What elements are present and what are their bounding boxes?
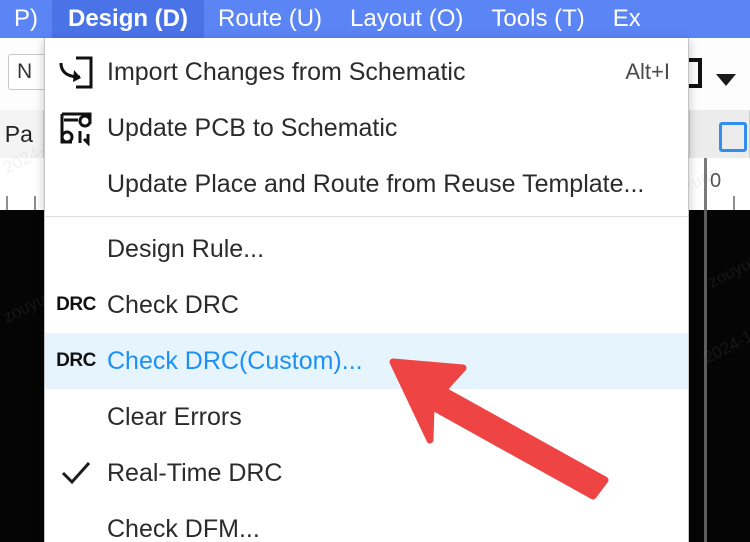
menu-item-check-dfm[interactable]: Check DFM... [45, 501, 688, 542]
menubar-item-export[interactable]: Ex [599, 0, 655, 38]
menu-separator [45, 216, 688, 217]
menu-item-check-drc-custom[interactable]: DRC Check DRC(Custom)... [45, 333, 688, 389]
import-schematic-icon [45, 55, 107, 89]
menubar-item-design[interactable]: Design (D) [52, 0, 204, 38]
menubar-item-tools[interactable]: Tools (T) [477, 0, 598, 38]
menu-item-real-time-drc[interactable]: Real-Time DRC [45, 445, 688, 501]
menu-item-label: Check DFM... [107, 514, 260, 542]
menu-item-update-place-and-route-from-reuse-template[interactable]: Update Place and Route from Reuse Templa… [45, 156, 688, 212]
menu-item-label: Check DRC [107, 290, 239, 319]
tab-document[interactable]: t Pa [0, 110, 44, 158]
menubar-item-layout[interactable]: Layout (O) [336, 0, 477, 38]
toolbar-combo-value: N [17, 60, 33, 83]
tab-secondary-2[interactable] [690, 110, 750, 158]
menu-item-label: Check DRC(Custom)... [107, 346, 363, 375]
menu-item-update-pcb-to-schematic[interactable]: Update PCB to Schematic [45, 100, 688, 156]
checkmark-icon [45, 460, 107, 486]
menu-item-shortcut: Alt+I [625, 59, 670, 84]
menu-item-label: Clear Errors [107, 402, 242, 431]
menu-item-label: Update Place and Route from Reuse Templa… [107, 169, 645, 198]
menu-item-clear-errors[interactable]: Clear Errors [45, 389, 688, 445]
canvas-guide-line [704, 210, 707, 542]
menu-bar: P) Design (D) Route (U) Layout (O) Tools… [0, 0, 750, 38]
chevron-down-icon[interactable] [716, 74, 736, 86]
menu-item-check-drc[interactable]: DRC Check DRC [45, 277, 688, 333]
drc-text-icon: DRC [56, 294, 96, 315]
menu-item-label: Real-Time DRC [107, 458, 283, 487]
update-pcb-icon [45, 110, 107, 146]
design-dropdown-menu: Import Changes from Schematic Alt+I Upda… [44, 38, 689, 542]
tab-active-marker [719, 122, 747, 152]
tab-document-label: t Pa [0, 120, 33, 147]
menu-item-design-rule[interactable]: Design Rule... [45, 221, 688, 277]
application-window: N t Pa 0 [0, 0, 750, 542]
menubar-item-route[interactable]: Route (U) [204, 0, 336, 38]
menu-item-label: Import Changes from Schematic [107, 57, 466, 86]
menu-item-label: Design Rule... [107, 234, 265, 263]
drc-text-icon: DRC [56, 350, 96, 371]
ruler-origin-label: 0 [710, 170, 722, 192]
menu-item-import-changes-from-schematic[interactable]: Import Changes from Schematic Alt+I [45, 44, 688, 100]
menubar-item-0[interactable]: P) [0, 0, 52, 38]
menu-item-label: Update PCB to Schematic [107, 113, 398, 142]
